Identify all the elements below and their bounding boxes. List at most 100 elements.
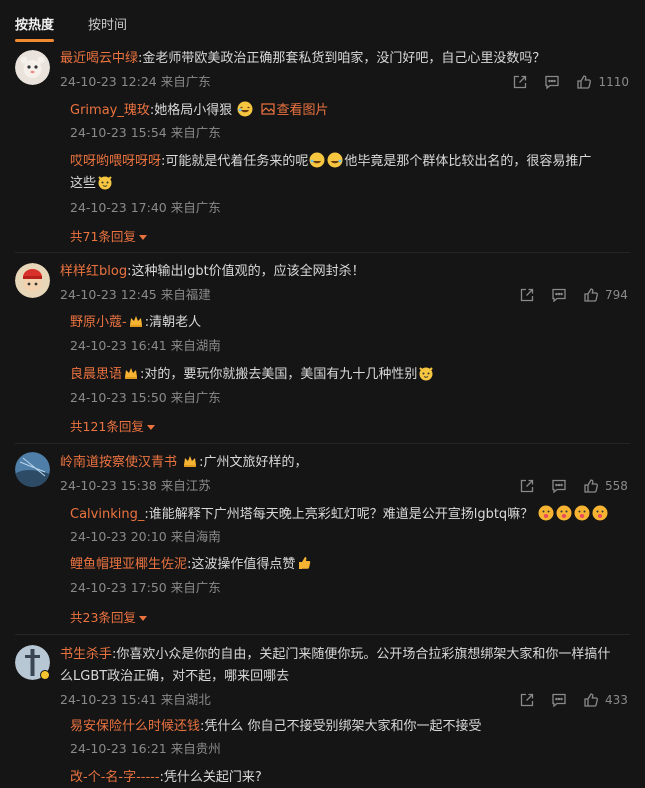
comment-meta: 24-10-23 12:24 来自广东 bbox=[60, 74, 211, 89]
laugh-cry-emoji-icon bbox=[309, 152, 325, 168]
reply-meta: 24-10-23 16:41 来自湖南 bbox=[70, 338, 221, 353]
crown-badge-icon bbox=[182, 453, 198, 469]
reply-item: 良晨思语:对的，要玩你就搬去美国，美国有九十几种性别 bbox=[70, 365, 435, 385]
reply-username[interactable]: 野原小蔻- bbox=[70, 315, 127, 330]
reply-text: :清朝老人 bbox=[144, 315, 202, 330]
like-icon[interactable] bbox=[583, 478, 599, 494]
like-icon[interactable] bbox=[583, 287, 599, 303]
cat-emoji-icon bbox=[418, 365, 434, 381]
tab-hot[interactable]: 按热度 bbox=[15, 14, 55, 42]
more-replies-link[interactable]: 共23条回复 bbox=[70, 609, 147, 627]
tab-time[interactable]: 按时间 bbox=[88, 14, 127, 33]
tongue-emoji-icon bbox=[538, 505, 554, 521]
image-icon bbox=[260, 101, 276, 117]
avatar[interactable] bbox=[15, 452, 50, 487]
cat-emoji-icon bbox=[97, 174, 113, 190]
comment-meta: 24-10-23 15:41 来自湖北 bbox=[60, 692, 211, 707]
reply-text-cont: 他毕竟是那个群体比较出名的，很容易推广 bbox=[344, 154, 592, 169]
avatar[interactable] bbox=[15, 263, 50, 298]
more-replies-label: 共23条回复 bbox=[70, 610, 136, 625]
like-icon[interactable] bbox=[583, 692, 599, 708]
comment-item: 最近喝云中绿:金老师带欧美政治正确那套私货到咱家，没门好吧，自己心里没数吗？ 2… bbox=[0, 44, 645, 254]
more-replies-link[interactable]: 共121条回复 bbox=[70, 418, 155, 436]
comment-meta: 24-10-23 15:38 来自江苏 bbox=[60, 478, 211, 493]
comment-body: 岭南道按察使汉青书 :广州文旅好样的， bbox=[60, 453, 308, 473]
caret-down-icon bbox=[138, 235, 147, 240]
like-count: 1110 bbox=[598, 75, 629, 89]
share-icon[interactable] bbox=[519, 287, 535, 303]
comment-item: 岭南道按察使汉青书 :广州文旅好样的， 24-10-23 15:38 来自江苏 … bbox=[0, 444, 645, 634]
reply-meta: 24-10-23 16:21 来自贵州 bbox=[70, 741, 221, 756]
view-image-link[interactable]: 查看图片 bbox=[259, 103, 329, 118]
comment-body: 书生杀手:你喜欢小众是你的自由，关起门来随便你玩。公开场合拉彩旗想绑架大家和你一… bbox=[60, 645, 610, 665]
reply-meta: 24-10-23 15:50 来自广东 bbox=[70, 390, 221, 405]
reply-meta: 24-10-23 15:54 来自广东 bbox=[70, 125, 221, 140]
laugh-cry-emoji-icon bbox=[237, 101, 253, 117]
share-icon[interactable] bbox=[512, 74, 528, 90]
view-image-label: 查看图片 bbox=[276, 103, 329, 118]
reply-item: 易安保险什么时候还钱:凭什么 你自己不接受别绑架大家和你一起不接受 bbox=[70, 717, 482, 737]
crown-badge-icon bbox=[128, 313, 144, 329]
comment-username[interactable]: 岭南道按察使汉青书 bbox=[60, 455, 177, 470]
comment-username[interactable]: 书生杀手 bbox=[60, 647, 112, 662]
reply-text: :这波操作值得点赞 bbox=[187, 557, 296, 572]
like-icon[interactable] bbox=[576, 74, 592, 90]
comment-text: :你喜欢小众是你的自由，关起门来随便你玩。公开场合拉彩旗想绑架大家和你一样搞什 bbox=[112, 647, 611, 662]
comment-actions: 433 bbox=[503, 692, 629, 708]
comment-actions: 1110 bbox=[496, 74, 629, 90]
reply-username[interactable]: 改-个-名-字----- bbox=[70, 770, 160, 785]
comment-username[interactable]: 样样红blog bbox=[60, 264, 127, 279]
caret-down-icon bbox=[146, 425, 155, 430]
reply-text: :可能就是代着任务来的呢 bbox=[161, 154, 309, 169]
reply-username[interactable]: 鲤鱼帽理亚椰生佐泥 bbox=[70, 557, 187, 572]
reply-text-cont: 这些 bbox=[70, 176, 97, 191]
reply-username[interactable]: Grimay_瑰玫 bbox=[70, 103, 150, 118]
comment-body-cont: 么LGBT政治正确，对不起，哪来回哪去 bbox=[60, 667, 289, 687]
comment-body: 样样红blog:这种输出lgbt价值观的，应该全网封杀！ bbox=[60, 262, 365, 282]
comment-icon[interactable] bbox=[551, 287, 567, 303]
more-replies-label: 共121条回复 bbox=[70, 419, 144, 434]
reply-username[interactable]: 良晨思语 bbox=[70, 367, 122, 382]
avatar[interactable] bbox=[15, 50, 50, 85]
comment-actions: 558 bbox=[503, 478, 629, 494]
reply-meta: 24-10-23 17:50 来自广东 bbox=[70, 580, 221, 595]
more-replies-label: 共71条回复 bbox=[70, 229, 136, 244]
verified-badge-icon bbox=[40, 670, 50, 680]
more-replies-link[interactable]: 共71条回复 bbox=[70, 228, 147, 246]
comment-icon[interactable] bbox=[551, 478, 567, 494]
reply-meta: 24-10-23 20:10 来自海南 bbox=[70, 529, 221, 544]
comment-icon[interactable] bbox=[544, 74, 560, 90]
reply-item: 鲤鱼帽理亚椰生佐泥:这波操作值得点赞 bbox=[70, 555, 313, 575]
comment-item: 书生杀手:你喜欢小众是你的自由，关起门来随便你玩。公开场合拉彩旗想绑架大家和你一… bbox=[0, 636, 645, 788]
reply-item: Grimay_瑰玫:她格局小得狠 查看图片 bbox=[70, 101, 329, 121]
comment-text: :金老师带欧美政治正确那套私货到咱家，没门好吧，自己心里没数吗？ bbox=[138, 51, 546, 66]
comment-meta: 24-10-23 12:45 来自福建 bbox=[60, 287, 211, 302]
reply-text: :凭什么关起门来? bbox=[159, 770, 262, 785]
comment-username[interactable]: 最近喝云中绿 bbox=[60, 51, 138, 66]
share-icon[interactable] bbox=[519, 478, 535, 494]
reply-username[interactable]: 易安保险什么时候还钱 bbox=[70, 719, 200, 734]
comment-text: :广州文旅好样的， bbox=[199, 455, 308, 470]
comment-actions: 794 bbox=[503, 287, 629, 303]
reply-text: :谁能解释下广州塔每天晚上亮彩虹灯呢？难道是公开宣扬lgbtq嘛？ bbox=[144, 507, 534, 522]
reply-item: 哎呀哟喂呀呀呀:可能就是代着任务来的呢 他毕竟是那个群体比较出名的，很容易推广 bbox=[70, 152, 591, 172]
share-icon[interactable] bbox=[519, 692, 535, 708]
like-count: 794 bbox=[605, 288, 628, 302]
reply-item: 野原小蔻- :清朝老人 bbox=[70, 313, 201, 333]
tongue-emoji-icon bbox=[592, 505, 608, 521]
divider bbox=[15, 252, 630, 253]
reply-item-cont: 这些 bbox=[70, 174, 114, 194]
reply-text: :凭什么 你自己不接受别绑架大家和你一起不接受 bbox=[200, 719, 482, 734]
tongue-emoji-icon bbox=[556, 505, 572, 521]
reply-item: Calvinking_:谁能解释下广州塔每天晚上亮彩虹灯呢？难道是公开宣扬lgb… bbox=[70, 505, 609, 525]
comment-text: :这种输出lgbt价值观的，应该全网封杀！ bbox=[127, 264, 365, 279]
comment-item: 样样红blog:这种输出lgbt价值观的，应该全网封杀！ 24-10-23 12… bbox=[0, 254, 645, 444]
reply-username[interactable]: Calvinking_ bbox=[70, 507, 144, 522]
crown-badge-icon bbox=[123, 365, 139, 381]
laugh-cry-emoji-icon bbox=[327, 152, 343, 168]
divider bbox=[15, 634, 630, 635]
comment-body: 最近喝云中绿:金老师带欧美政治正确那套私货到咱家，没门好吧，自己心里没数吗？ bbox=[60, 49, 545, 69]
reply-username[interactable]: 哎呀哟喂呀呀呀 bbox=[70, 154, 161, 169]
sort-tabs: 按热度 按时间 bbox=[0, 0, 645, 44]
comment-icon[interactable] bbox=[551, 692, 567, 708]
